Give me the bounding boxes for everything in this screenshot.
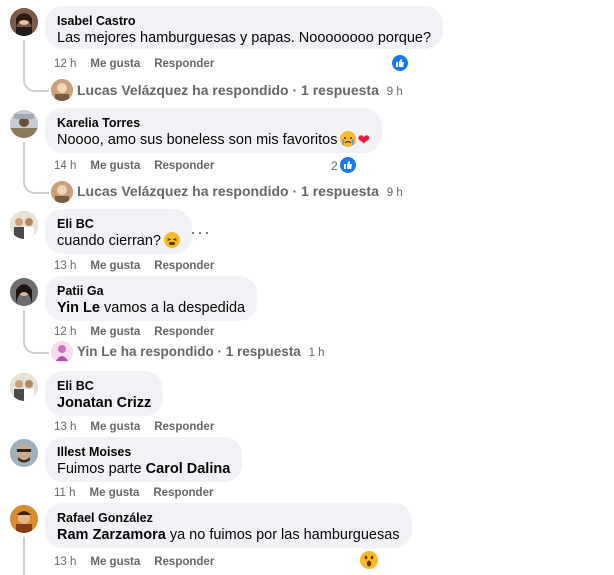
reaction-count[interactable]: 2 (331, 158, 338, 174)
comment-text-body: Noooo, amo sus boneless son mis favorito… (57, 132, 338, 148)
comment-bubble: Eli BC cuando cierran? (45, 209, 192, 254)
wow-reaction-icon[interactable] (360, 551, 378, 569)
crying-face-emoji-icon (340, 131, 357, 147)
like-button[interactable]: Me gusta (90, 326, 140, 338)
avatar[interactable] (10, 110, 38, 138)
comment-time[interactable]: 12 h (54, 326, 76, 338)
comment-author[interactable]: Eli BC (57, 378, 151, 394)
reply-summary-count: · 1 respuesta (292, 82, 379, 98)
mention-link[interactable]: Ram Zarzamora (57, 527, 166, 543)
comment-text: Ram Zarzamora ya no fuimos por las hambu… (57, 526, 400, 545)
comment-time[interactable]: 14 h (54, 160, 76, 172)
view-replies-link[interactable]: Lucas Velázquez ha respondido · 1 respue… (77, 80, 403, 102)
comment-text: cuando cierran? (57, 232, 180, 251)
reply-summary-time: 9 h (386, 187, 403, 199)
mention-link[interactable]: Jonatan Crizz (57, 394, 151, 413)
reply-avatar (51, 341, 73, 363)
reply-button[interactable]: Responder (153, 487, 213, 499)
comment-actions: 13 h Me gusta Responder (54, 555, 228, 569)
more-options-button[interactable]: ··· (190, 223, 211, 241)
comment-author[interactable]: Illest Moises (57, 444, 230, 460)
top-edge (0, 0, 614, 3)
comment-text-body: Fuimos parte (57, 461, 142, 477)
reply-button[interactable]: Responder (154, 326, 214, 338)
comment-author[interactable]: Rafael González (57, 510, 400, 526)
reply-avatar (51, 79, 73, 101)
comment-bubble: Patii Ga Yin Le vamos a la despedida (45, 276, 258, 321)
like-button[interactable]: Me gusta (90, 260, 140, 272)
comment-author[interactable]: Karelia Torres (57, 115, 370, 131)
reply-button[interactable]: Responder (154, 556, 214, 568)
comment-author[interactable]: Patii Ga (57, 283, 245, 299)
like-button[interactable]: Me gusta (90, 421, 140, 433)
comment-text: Noooo, amo sus boneless son mis favorito… (57, 131, 370, 150)
comment-actions: 12 h Me gusta Responder (54, 325, 228, 339)
comment-bubble: Eli BC Jonatan Crizz (45, 371, 164, 416)
comment-time[interactable]: 12 h (54, 58, 76, 70)
comment-bubble: Karelia Torres Noooo, amo sus boneless s… (45, 108, 383, 153)
avatar[interactable] (10, 373, 38, 401)
reply-button[interactable]: Responder (154, 421, 214, 433)
comment-bubble: Isabel Castro Las mejores hamburguesas y… (45, 6, 444, 49)
reply-summary-name: Lucas Velázquez ha respondido (77, 183, 289, 199)
comment-text: Las mejores hamburguesas y papas. Nooooo… (57, 30, 432, 46)
comment-time[interactable]: 13 h (54, 421, 76, 433)
avatar[interactable] (10, 439, 38, 467)
reply-button[interactable]: Responder (154, 58, 214, 70)
like-button[interactable]: Me gusta (90, 58, 140, 70)
thread-connector (23, 142, 49, 194)
comment-author[interactable]: Isabel Castro (57, 13, 431, 29)
reply-summary-time: 9 h (386, 86, 403, 98)
like-reaction-icon[interactable] (392, 55, 408, 71)
avatar[interactable] (10, 211, 38, 239)
like-button[interactable]: Me gusta (90, 160, 140, 172)
comment-actions: 14 h Me gusta Responder (54, 159, 228, 173)
view-replies-link[interactable]: Yin Le ha respondido · 1 respuesta 1 h (77, 342, 325, 363)
mention-link[interactable]: Carol Dalina (146, 461, 231, 477)
comment-bubble: Rafael González Ram Zarzamora ya no fuim… (45, 503, 412, 548)
comment-bubble: Illest Moises Fuimos parte Carol Dalina (45, 437, 243, 482)
comment-actions: 12 h Me gusta Responder (54, 57, 228, 71)
avatar[interactable] (10, 505, 38, 533)
tired-face-emoji-icon (164, 232, 180, 248)
reply-summary-count: · 1 respuesta (292, 183, 379, 199)
red-heart-icon: ❤ (357, 132, 371, 149)
comment-text-body: vamos a la despedida (104, 300, 246, 316)
comment-time[interactable]: 13 h (54, 260, 76, 272)
comment-time[interactable]: 13 h (54, 556, 76, 568)
reply-summary-time: 1 h (308, 347, 325, 359)
avatar[interactable] (10, 8, 38, 36)
comment-author[interactable]: Eli BC (57, 216, 180, 232)
comment-actions: 13 h Me gusta Responder (54, 259, 228, 273)
comment-text: Fuimos parte Carol Dalina (57, 460, 230, 479)
thread-connector (23, 310, 49, 354)
reply-button[interactable]: Responder (154, 260, 214, 272)
comment-text-body: ya no fuimos por las hamburguesas (169, 527, 400, 543)
reply-avatar (51, 181, 73, 203)
view-replies-link[interactable]: Lucas Velázquez ha respondido · 1 respue… (77, 181, 403, 203)
thread-connector (23, 40, 49, 92)
reply-summary-name: Yin Le ha respondido (77, 344, 214, 359)
like-button[interactable]: Me gusta (90, 487, 140, 499)
avatar[interactable] (10, 278, 38, 306)
comment-time[interactable]: 11 h (54, 487, 76, 499)
comment-actions: 11 h Me gusta Responder (54, 486, 227, 500)
comment-text: Yin Le vamos a la despedida (57, 299, 245, 318)
mention-link[interactable]: Yin Le (57, 300, 100, 316)
like-button[interactable]: Me gusta (90, 556, 140, 568)
comment-text-body: cuando cierran? (57, 233, 161, 249)
reply-summary-count: · 1 respuesta (217, 344, 301, 359)
thread-connector (23, 537, 25, 575)
comment-actions: 13 h Me gusta Responder (54, 420, 228, 434)
reply-button[interactable]: Responder (154, 160, 214, 172)
reply-summary-name: Lucas Velázquez ha respondido (77, 82, 289, 98)
like-reaction-icon[interactable] (340, 157, 356, 173)
